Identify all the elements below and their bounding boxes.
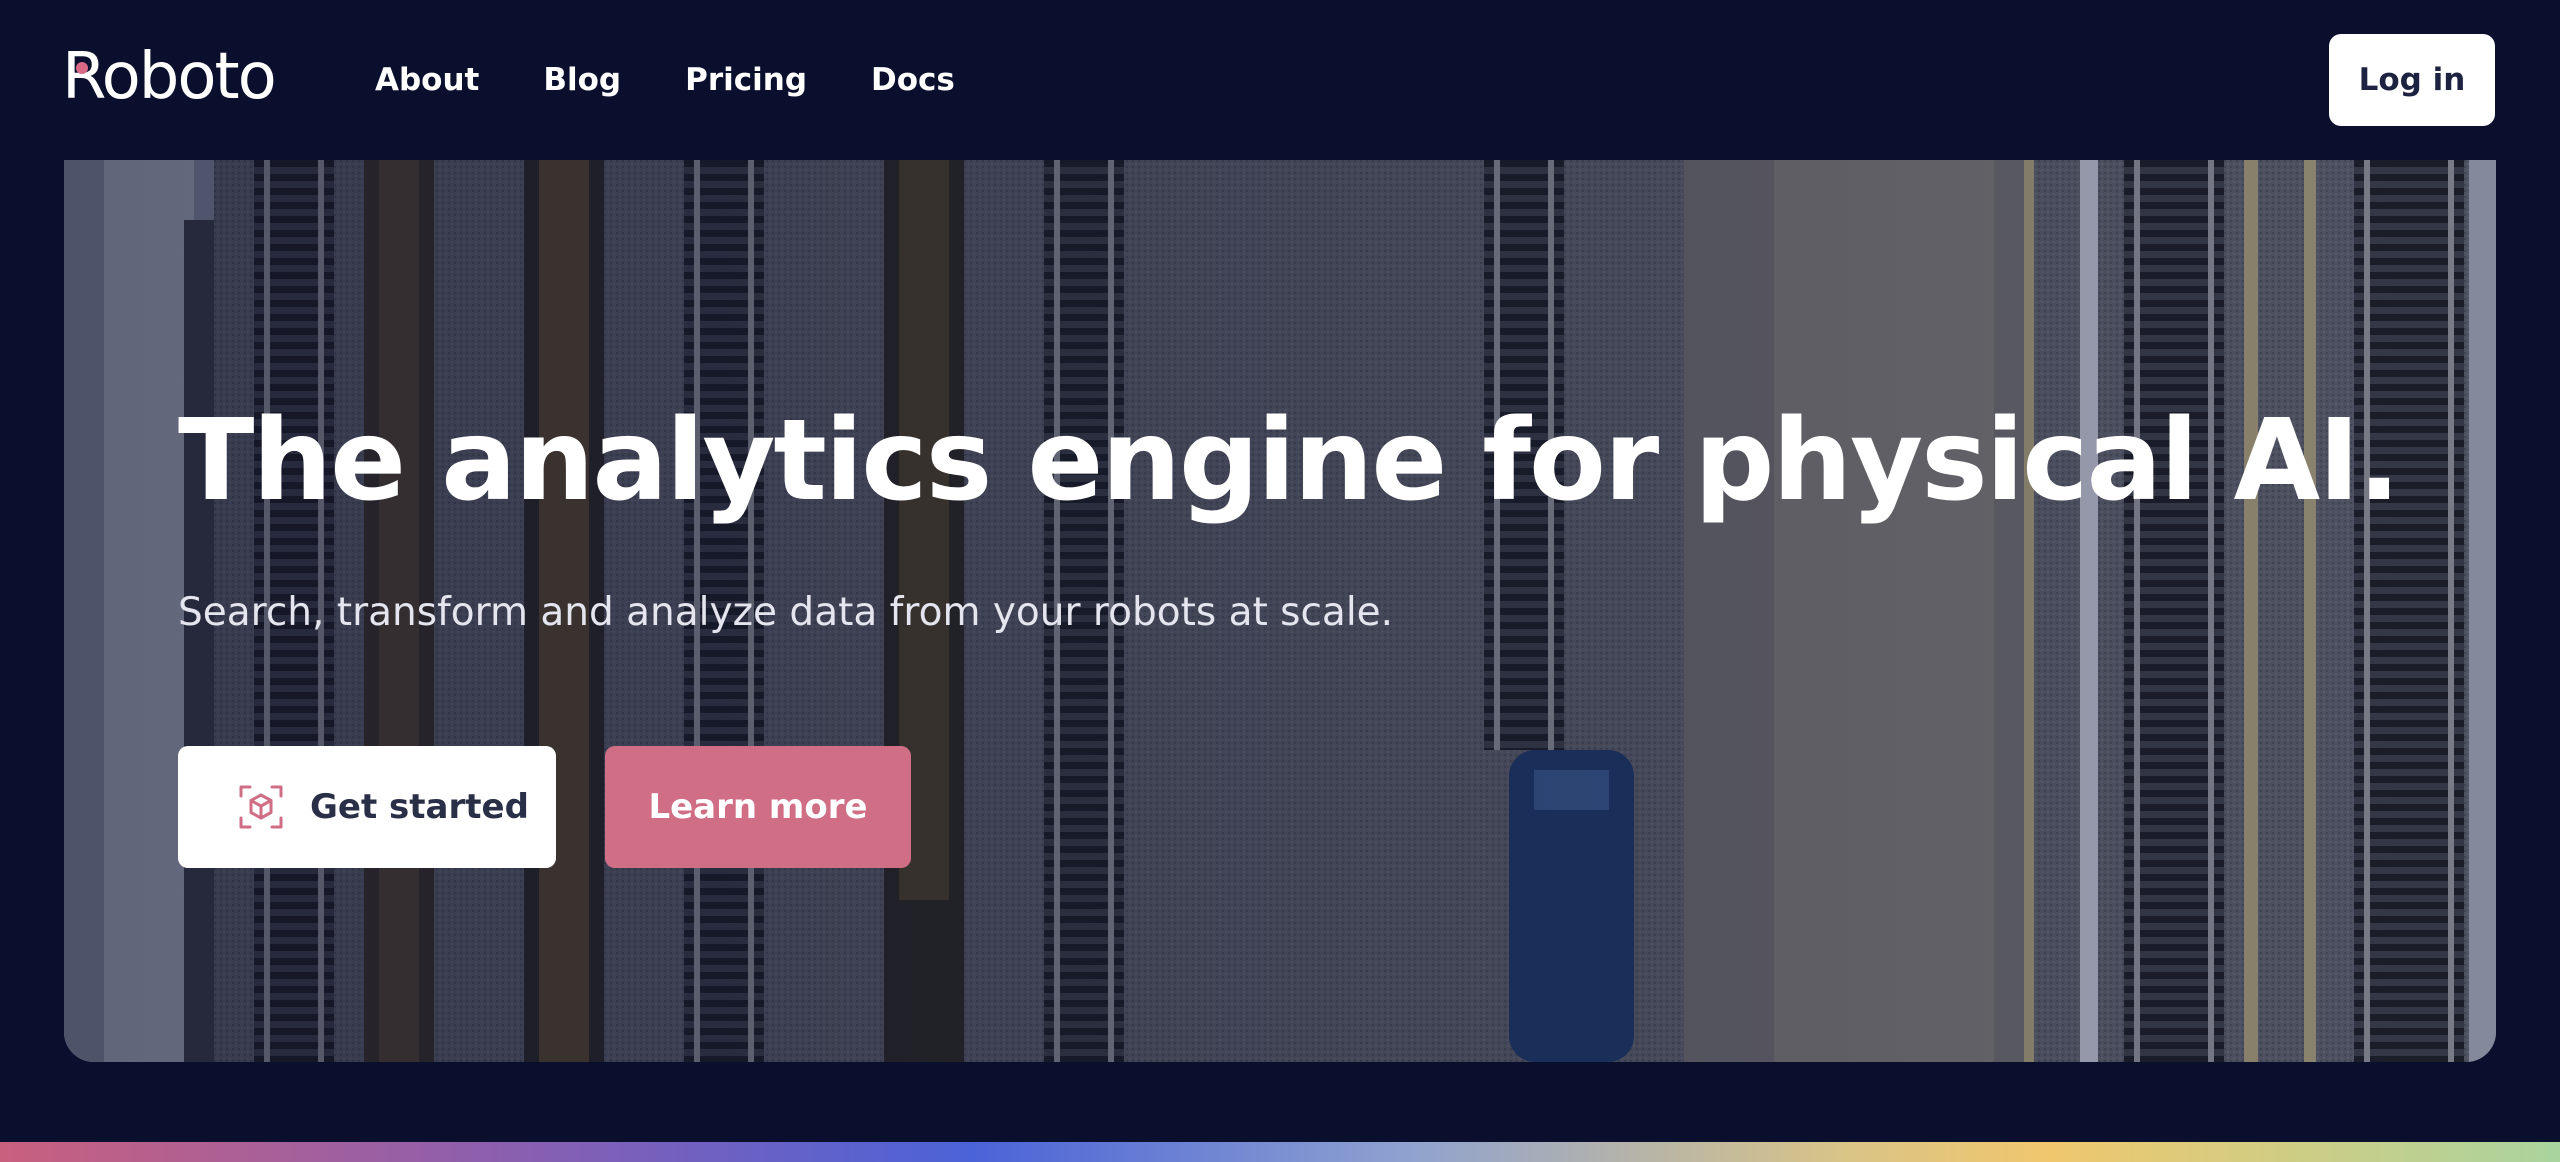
roboto-logo[interactable]: Roboto <box>62 40 277 114</box>
hero-section: The analytics engine for physical AI. Se… <box>64 160 2496 1062</box>
cube-icon <box>238 784 284 830</box>
logo-accent-dot <box>76 62 88 74</box>
get-started-label: Get started <box>310 787 529 827</box>
get-started-button[interactable]: Get started <box>178 746 556 868</box>
learn-more-button[interactable]: Learn more <box>605 746 911 868</box>
logo-wordmark: Roboto <box>62 40 277 114</box>
bottom-gradient-bar <box>0 1142 2560 1162</box>
nav-link-about[interactable]: About <box>375 56 479 104</box>
top-navigation: Roboto About Blog Pricing Docs Log in <box>0 0 2560 160</box>
nav-link-blog[interactable]: Blog <box>543 56 621 104</box>
nav-link-pricing[interactable]: Pricing <box>685 56 807 104</box>
hero-subtitle: Search, transform and analyze data from … <box>178 590 1394 635</box>
nav-links: About Blog Pricing Docs <box>375 56 1019 104</box>
nav-link-docs[interactable]: Docs <box>871 56 955 104</box>
hero-title: The analytics engine for physical AI. <box>178 396 2400 526</box>
login-button[interactable]: Log in <box>2329 34 2495 126</box>
